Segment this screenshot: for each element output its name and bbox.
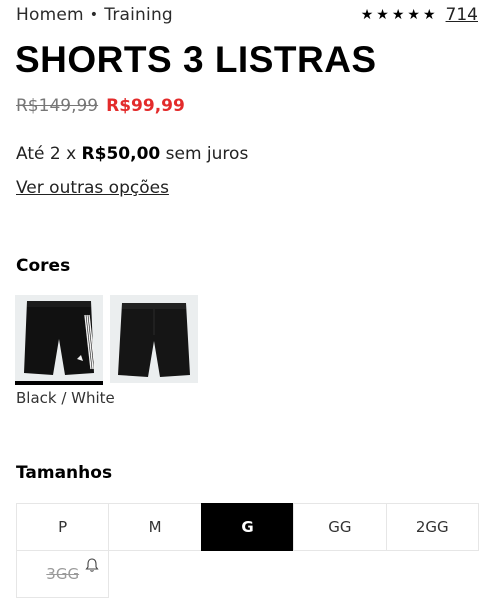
price-block: R$149,99 R$99,99 [16, 96, 185, 116]
size-option-p[interactable]: P [16, 503, 110, 551]
sizes-heading: Tamanhos [16, 463, 113, 483]
product-title: SHORTS 3 LISTRAS [15, 39, 377, 80]
installments-info: Até 2 x R$50,00 sem juros [16, 144, 248, 164]
color-swatches [15, 295, 198, 385]
other-options-link[interactable]: Ver outras opções [16, 178, 169, 198]
installments-prefix: Até 2 x [16, 144, 77, 164]
product-page: Homem • Training ★ ★ ★ ★ ★ 714 SHORTS 3 LI… [0, 0, 500, 598]
size-option-m[interactable]: M [108, 503, 202, 551]
color-swatch-black-white[interactable] [15, 295, 103, 385]
star-icon: ★ [376, 7, 389, 23]
star-icon: ★ [407, 7, 420, 23]
size-selector: P M G GG 2GG 3GG [16, 503, 479, 598]
size-option-2gg[interactable]: 2GG [385, 503, 479, 551]
rating-stars: ★ ★ ★ ★ ★ [361, 7, 436, 23]
breadcrumb: Homem • Training [16, 5, 173, 25]
breadcrumb-subcategory[interactable]: Training [104, 5, 173, 25]
color-swatch-black[interactable] [110, 295, 198, 383]
installments-suffix: sem juros [165, 144, 249, 164]
breadcrumb-separator: • [89, 7, 99, 23]
star-icon: ★ [422, 7, 436, 23]
star-icon: ★ [391, 7, 405, 23]
size-option-3gg[interactable]: 3GG [16, 550, 110, 598]
shorts-image [24, 301, 96, 375]
shorts-image [118, 303, 190, 377]
sale-price: R$99,99 [106, 96, 185, 116]
colors-heading: Cores [16, 256, 71, 276]
rating[interactable]: ★ ★ ★ ★ ★ 714 [361, 5, 478, 25]
review-count-link[interactable]: 714 [446, 5, 478, 25]
star-icon: ★ [360, 7, 374, 23]
size-option-gg[interactable]: GG [293, 503, 387, 551]
bell-icon [85, 558, 99, 572]
original-price: R$149,99 [16, 96, 99, 116]
size-option-3gg-label: 3GG [46, 565, 80, 583]
top-row: Homem • Training ★ ★ ★ ★ ★ 714 [16, 2, 478, 28]
size-option-g[interactable]: G [200, 503, 295, 551]
breadcrumb-category[interactable]: Homem [16, 5, 84, 25]
selected-color-name: Black / White [16, 389, 115, 407]
installments-amount: R$50,00 [81, 144, 161, 164]
